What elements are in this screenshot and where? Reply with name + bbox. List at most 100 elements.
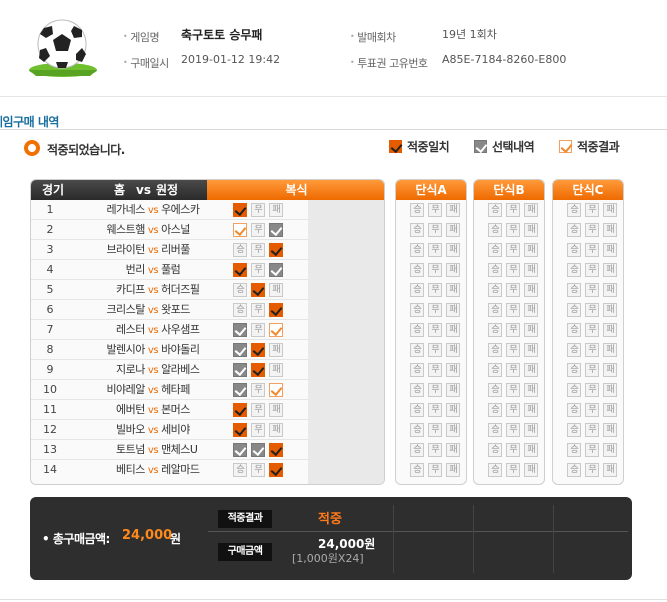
single-option-checkbox[interactable]: 패 [524, 403, 538, 417]
single-option-checkbox[interactable]: 패 [524, 343, 538, 357]
multi-option-checkbox[interactable]: 승 [233, 223, 247, 237]
single-option-checkbox[interactable]: 패 [446, 403, 460, 417]
single-option-checkbox[interactable]: 패 [603, 423, 617, 437]
single-option-checkbox[interactable]: 무 [428, 403, 442, 417]
single-option-checkbox[interactable]: 무 [506, 243, 520, 257]
single-option-checkbox[interactable]: 무 [585, 263, 599, 277]
multi-option-checkbox[interactable]: 패 [269, 203, 283, 217]
single-option-checkbox[interactable]: 승 [410, 423, 424, 437]
multi-option-checkbox[interactable]: 무 [251, 263, 265, 277]
single-option-checkbox[interactable]: 무 [585, 303, 599, 317]
single-option-checkbox[interactable]: 승 [410, 363, 424, 377]
single-option-checkbox[interactable]: 패 [603, 443, 617, 457]
single-option-checkbox[interactable]: 승 [488, 443, 502, 457]
single-option-checkbox[interactable]: 패 [446, 223, 460, 237]
multi-option-checkbox[interactable]: 패 [269, 443, 283, 457]
single-option-checkbox[interactable]: 패 [603, 343, 617, 357]
multi-option-checkbox[interactable]: 승 [233, 323, 247, 337]
single-option-checkbox[interactable]: 승 [410, 243, 424, 257]
single-option-checkbox[interactable]: 무 [506, 303, 520, 317]
single-option-checkbox[interactable]: 승 [488, 223, 502, 237]
multi-option-checkbox[interactable]: 승 [233, 383, 247, 397]
multi-option-checkbox[interactable]: 무 [251, 243, 265, 257]
single-option-checkbox[interactable]: 승 [488, 403, 502, 417]
single-option-checkbox[interactable]: 승 [410, 303, 424, 317]
single-option-checkbox[interactable]: 패 [603, 223, 617, 237]
single-option-checkbox[interactable]: 패 [603, 203, 617, 217]
single-option-checkbox[interactable]: 패 [446, 383, 460, 397]
single-option-checkbox[interactable]: 무 [585, 223, 599, 237]
multi-option-checkbox[interactable]: 승 [233, 363, 247, 377]
single-option-checkbox[interactable]: 패 [446, 443, 460, 457]
single-option-checkbox[interactable]: 패 [524, 283, 538, 297]
single-option-checkbox[interactable]: 무 [428, 363, 442, 377]
single-option-checkbox[interactable]: 패 [446, 323, 460, 337]
single-option-checkbox[interactable]: 승 [567, 463, 581, 477]
multi-option-checkbox[interactable]: 무 [251, 403, 265, 417]
multi-option-checkbox[interactable]: 승 [233, 203, 247, 217]
single-option-checkbox[interactable]: 무 [428, 343, 442, 357]
single-option-checkbox[interactable]: 무 [585, 443, 599, 457]
single-option-checkbox[interactable]: 패 [603, 463, 617, 477]
single-option-checkbox[interactable]: 패 [524, 203, 538, 217]
single-option-checkbox[interactable]: 무 [506, 343, 520, 357]
single-option-checkbox[interactable]: 승 [567, 263, 581, 277]
single-option-checkbox[interactable]: 패 [446, 423, 460, 437]
single-option-checkbox[interactable]: 무 [585, 283, 599, 297]
single-option-checkbox[interactable]: 패 [603, 243, 617, 257]
single-option-checkbox[interactable]: 승 [488, 423, 502, 437]
single-option-checkbox[interactable]: 승 [567, 443, 581, 457]
single-option-checkbox[interactable]: 무 [585, 323, 599, 337]
single-option-checkbox[interactable]: 무 [428, 463, 442, 477]
single-option-checkbox[interactable]: 승 [488, 363, 502, 377]
single-option-checkbox[interactable]: 패 [446, 263, 460, 277]
single-option-checkbox[interactable]: 패 [603, 303, 617, 317]
single-option-checkbox[interactable]: 패 [524, 223, 538, 237]
single-option-checkbox[interactable]: 승 [567, 223, 581, 237]
single-option-checkbox[interactable]: 패 [524, 363, 538, 377]
single-option-checkbox[interactable]: 패 [446, 343, 460, 357]
single-option-checkbox[interactable]: 승 [567, 283, 581, 297]
single-option-checkbox[interactable]: 승 [567, 343, 581, 357]
single-option-checkbox[interactable]: 승 [567, 403, 581, 417]
single-option-checkbox[interactable]: 승 [410, 283, 424, 297]
multi-option-checkbox[interactable]: 패 [269, 463, 283, 477]
single-option-checkbox[interactable]: 무 [585, 403, 599, 417]
single-option-checkbox[interactable]: 승 [410, 343, 424, 357]
single-option-checkbox[interactable]: 승 [567, 243, 581, 257]
single-option-checkbox[interactable]: 승 [488, 283, 502, 297]
multi-option-checkbox[interactable]: 패 [269, 303, 283, 317]
single-option-checkbox[interactable]: 무 [506, 463, 520, 477]
single-option-checkbox[interactable]: 패 [524, 243, 538, 257]
single-option-checkbox[interactable]: 승 [567, 363, 581, 377]
single-option-checkbox[interactable]: 무 [585, 343, 599, 357]
single-option-checkbox[interactable]: 무 [506, 383, 520, 397]
single-option-checkbox[interactable]: 무 [428, 243, 442, 257]
single-option-checkbox[interactable]: 승 [488, 463, 502, 477]
single-option-checkbox[interactable]: 승 [488, 203, 502, 217]
single-option-checkbox[interactable]: 무 [428, 383, 442, 397]
single-option-checkbox[interactable]: 무 [585, 463, 599, 477]
single-option-checkbox[interactable]: 무 [428, 223, 442, 237]
multi-option-checkbox[interactable]: 승 [233, 303, 247, 317]
single-option-checkbox[interactable]: 승 [567, 423, 581, 437]
single-option-checkbox[interactable]: 승 [567, 383, 581, 397]
single-option-checkbox[interactable]: 승 [488, 303, 502, 317]
single-option-checkbox[interactable]: 무 [585, 363, 599, 377]
single-option-checkbox[interactable]: 무 [506, 423, 520, 437]
single-option-checkbox[interactable]: 무 [585, 243, 599, 257]
multi-option-checkbox[interactable]: 패 [269, 263, 283, 277]
single-option-checkbox[interactable]: 패 [603, 283, 617, 297]
multi-option-checkbox[interactable]: 무 [251, 383, 265, 397]
single-option-checkbox[interactable]: 승 [410, 403, 424, 417]
single-option-checkbox[interactable]: 승 [410, 383, 424, 397]
multi-option-checkbox[interactable]: 승 [233, 463, 247, 477]
single-option-checkbox[interactable]: 승 [488, 243, 502, 257]
single-option-checkbox[interactable]: 패 [524, 443, 538, 457]
multi-option-checkbox[interactable]: 무 [251, 203, 265, 217]
single-option-checkbox[interactable]: 패 [446, 363, 460, 377]
single-option-checkbox[interactable]: 승 [410, 203, 424, 217]
single-option-checkbox[interactable]: 무 [428, 303, 442, 317]
single-option-checkbox[interactable]: 무 [428, 443, 442, 457]
multi-option-checkbox[interactable]: 패 [269, 223, 283, 237]
